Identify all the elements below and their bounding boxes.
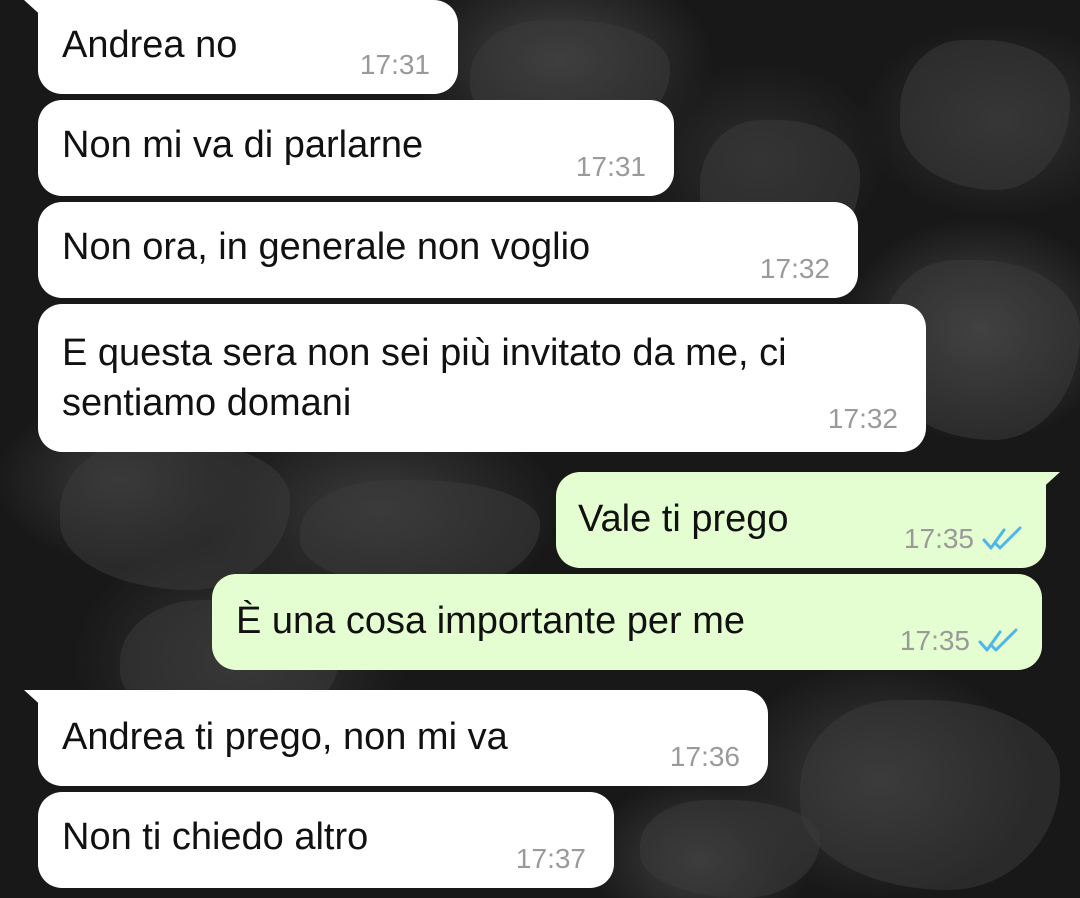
message-time: 17:35 xyxy=(899,625,970,656)
message-text: Non ora, in generale non voglio xyxy=(62,226,591,268)
message-text: Non mi va di parlarne xyxy=(62,124,424,166)
message-text: Andrea ti prego, non mi va xyxy=(62,716,508,758)
message-bubble-incoming[interactable]: E questa sera non sei più invitato da me… xyxy=(38,304,926,452)
message-time: 17:31 xyxy=(575,151,646,182)
message-bubble-incoming[interactable]: Non mi va di parlarne 17:31 xyxy=(38,100,674,196)
message-bubble-incoming[interactable]: Andrea no 17:31 xyxy=(24,0,458,94)
message-text: È una cosa importante per me xyxy=(236,600,746,642)
message-time: 17:32 xyxy=(759,253,830,284)
message-bubble-incoming[interactable]: Andrea ti prego, non mi va 17:36 xyxy=(24,690,768,786)
message-time: 17:35 xyxy=(903,523,974,554)
message-time: 17:36 xyxy=(669,741,740,772)
message-time: 17:31 xyxy=(359,49,430,80)
bubble-tail xyxy=(24,690,46,710)
double-check-icon xyxy=(978,628,1018,652)
bubble-tail xyxy=(1038,472,1060,492)
bubble-tail xyxy=(24,0,46,20)
message-text: E questa sera non sei più invitato da me… xyxy=(62,332,787,424)
double-check-icon xyxy=(982,526,1022,550)
message-time: 17:32 xyxy=(827,403,898,434)
message-bubble-outgoing[interactable]: Vale ti prego 17:35 xyxy=(556,472,1060,568)
message-text: Andrea no xyxy=(62,24,238,66)
message-text: Vale ti prego xyxy=(578,498,789,540)
message-bubble-outgoing[interactable]: È una cosa importante per me 17:35 xyxy=(212,574,1042,670)
message-text: Non ti chiedo altro xyxy=(62,816,369,858)
message-bubble-incoming[interactable]: Non ti chiedo altro 17:37 xyxy=(38,792,614,888)
message-bubble-incoming[interactable]: Non ora, in generale non voglio 17:32 xyxy=(38,202,858,298)
message-time: 17:37 xyxy=(515,843,586,874)
